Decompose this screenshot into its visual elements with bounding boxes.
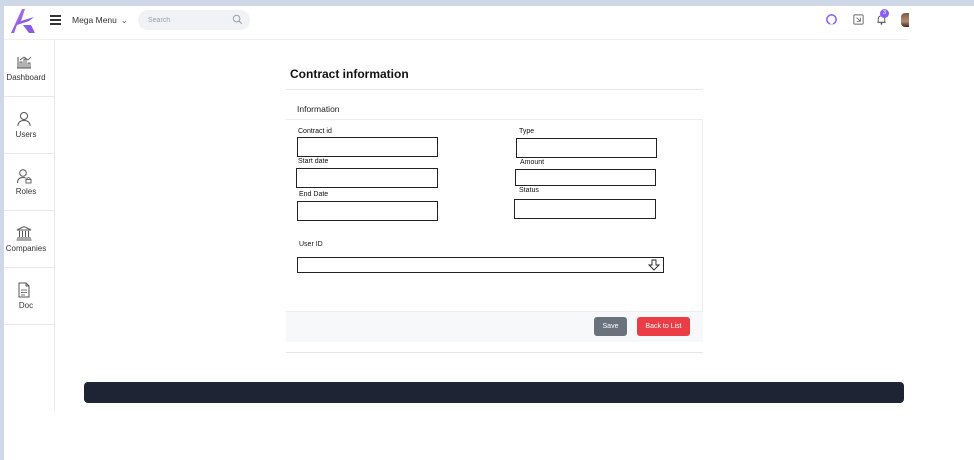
sidebar-item-roles[interactable]: Roles (4, 154, 55, 211)
sidebar-item-users[interactable]: Users (4, 97, 55, 154)
amount-field[interactable] (515, 169, 656, 186)
user-icon (17, 112, 31, 127)
notification-badge: 3 (880, 9, 889, 18)
sidebar-item-label: Roles (15, 187, 37, 196)
page-title: Contract information (290, 67, 409, 81)
sidebar: Dashboard Users Roles Companies Doc (4, 40, 55, 410)
hamburger-line (50, 15, 61, 17)
end-date-field[interactable] (297, 201, 438, 221)
user-id-label: User ID (299, 241, 323, 248)
type-field[interactable] (516, 138, 657, 158)
status-label: Status (519, 187, 539, 194)
app-logo[interactable] (9, 7, 37, 35)
hamburger-line (50, 19, 61, 21)
user-lock-icon (17, 169, 32, 184)
start-date-label: Start date (298, 158, 329, 165)
fullscreen-icon[interactable] (852, 13, 865, 26)
mega-menu-label: Mega Menu (72, 15, 117, 25)
document-icon (18, 282, 30, 298)
divider (286, 352, 703, 353)
main-content (55, 40, 908, 410)
card-border (702, 120, 703, 342)
sidebar-item-label: Doc (18, 301, 34, 310)
status-field[interactable] (514, 199, 656, 219)
menu-toggle-button[interactable] (50, 15, 61, 25)
chart-icon (17, 56, 32, 69)
amount-label: Amount (520, 159, 545, 166)
contract-id-field[interactable] (297, 137, 438, 157)
user-id-select[interactable] (297, 257, 664, 273)
page-footer-bar (84, 382, 904, 403)
avatar[interactable] (901, 13, 909, 27)
sidebar-item-label: Users (15, 130, 37, 139)
save-button[interactable]: Save (594, 317, 627, 336)
sidebar-item-dashboard[interactable]: Dashboard (4, 40, 55, 97)
back-to-list-button[interactable]: Back to List (637, 317, 690, 336)
start-date-field[interactable] (296, 168, 438, 188)
top-header: Mega Menu⌄ 3 (4, 6, 909, 40)
bank-icon (16, 225, 32, 241)
arrow-down-icon (648, 259, 660, 271)
sidebar-item-companies[interactable]: Companies (4, 211, 55, 268)
chevron-down-icon: ⌄ (120, 16, 128, 25)
contract-id-label: Contract id (298, 128, 332, 135)
end-date-label: End Date (299, 191, 329, 198)
section-title: Information (297, 104, 340, 114)
sidebar-item-label: Dashboard (6, 73, 46, 82)
sidebar-item-label: Companies (5, 244, 47, 253)
search-icon[interactable] (232, 14, 243, 25)
divider (286, 119, 703, 120)
mega-menu-dropdown[interactable]: Mega Menu ⌄ (72, 15, 128, 25)
sidebar-item-doc[interactable]: Doc (4, 268, 55, 325)
hamburger-line (50, 23, 61, 25)
github-icon[interactable] (825, 13, 838, 26)
divider (286, 89, 703, 90)
type-label: Type (519, 128, 535, 135)
